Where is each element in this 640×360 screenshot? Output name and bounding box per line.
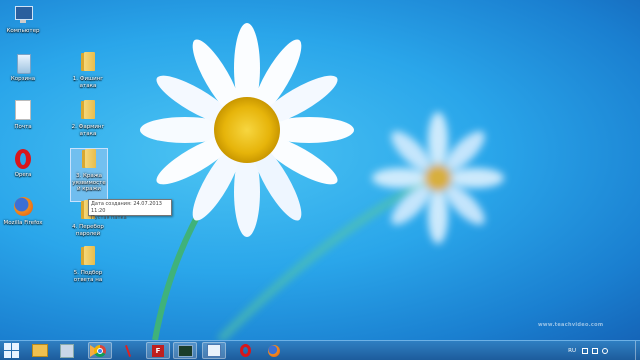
desktop-icon-label: Mozilla Firefox	[3, 220, 43, 226]
desktop-icon-label: 1. Фишинг атака	[72, 76, 104, 89]
opera-icon	[12, 148, 34, 170]
tooltip-date-created: Дата создания: 24.07.2013 11:20	[91, 201, 162, 214]
volume-icon[interactable]	[602, 347, 608, 354]
desktop-icon-label: 4. Перебор паролей	[72, 224, 104, 237]
taskbar: F RU	[0, 340, 640, 360]
windows-explorer-icon[interactable]	[28, 342, 52, 359]
flag-icon[interactable]	[582, 347, 588, 354]
desktop-icon-opera[interactable]: Opera	[1, 148, 45, 179]
virtual-pc-icon[interactable]	[202, 342, 226, 359]
desktop-icon-label: 3. Кража уязвимостей кражи	[72, 173, 106, 192]
desktop-folder-3[interactable]: 3. Кража уязвимостей кражи	[70, 148, 108, 202]
folder-icon	[77, 246, 99, 268]
watermark: www.teachvideo.com	[538, 322, 604, 328]
firefox-icon	[12, 196, 34, 218]
clock[interactable]	[612, 346, 632, 356]
windows-start-icon[interactable]	[4, 343, 20, 358]
chrome-icon[interactable]	[88, 342, 112, 359]
tooltip-status: Пустая папка	[91, 215, 127, 221]
desktop-folder-5[interactable]: 5. Подбор ответа на	[66, 246, 110, 283]
tool-icon[interactable]	[116, 342, 140, 359]
desktop[interactable]: Компьютер Корзина Почта Opera Mozilla Fi…	[0, 0, 640, 340]
folder-tooltip: Дата создания: 24.07.2013 11:20 Пустая п…	[88, 199, 172, 221]
desktop-icon-computer[interactable]: Компьютер	[1, 4, 45, 35]
computer-icon	[12, 4, 34, 26]
firefox-icon[interactable]	[262, 342, 286, 359]
show-desktop-button[interactable]	[635, 341, 640, 360]
opera-icon[interactable]	[233, 342, 257, 359]
folder-icon[interactable]	[55, 342, 79, 359]
desktop-folder-1[interactable]: 1. Фишинг атака	[66, 52, 110, 89]
terminal-icon[interactable]	[173, 342, 197, 359]
desktop-icon-recycle-bin[interactable]: Корзина	[1, 52, 45, 83]
recycle-bin-icon	[12, 52, 34, 74]
desktop-icon-label: Opera	[14, 172, 32, 178]
desktop-icon-label: 2. Фарминг атака	[71, 124, 105, 137]
desktop-icon-mail[interactable]: Почта	[1, 100, 45, 131]
desktop-icon-label: Почта	[14, 124, 32, 130]
desktop-icon-label: Компьютер	[6, 28, 40, 34]
network-icon[interactable]	[592, 347, 598, 354]
desktop-icon-label: 5. Подбор ответа на	[73, 270, 103, 283]
desktop-icon-firefox[interactable]: Mozilla Firefox	[1, 196, 45, 227]
folder-icon	[77, 52, 99, 74]
folder-icon	[77, 100, 99, 122]
language-indicator[interactable]: RU	[568, 348, 576, 354]
folder-icon	[78, 149, 100, 171]
desktop-icon-label: Корзина	[10, 76, 36, 82]
system-tray: RU	[568, 341, 640, 360]
desktop-folder-2[interactable]: 2. Фарминг атака	[66, 100, 110, 137]
document-icon	[12, 100, 34, 122]
filezilla-icon[interactable]: F	[146, 342, 170, 359]
